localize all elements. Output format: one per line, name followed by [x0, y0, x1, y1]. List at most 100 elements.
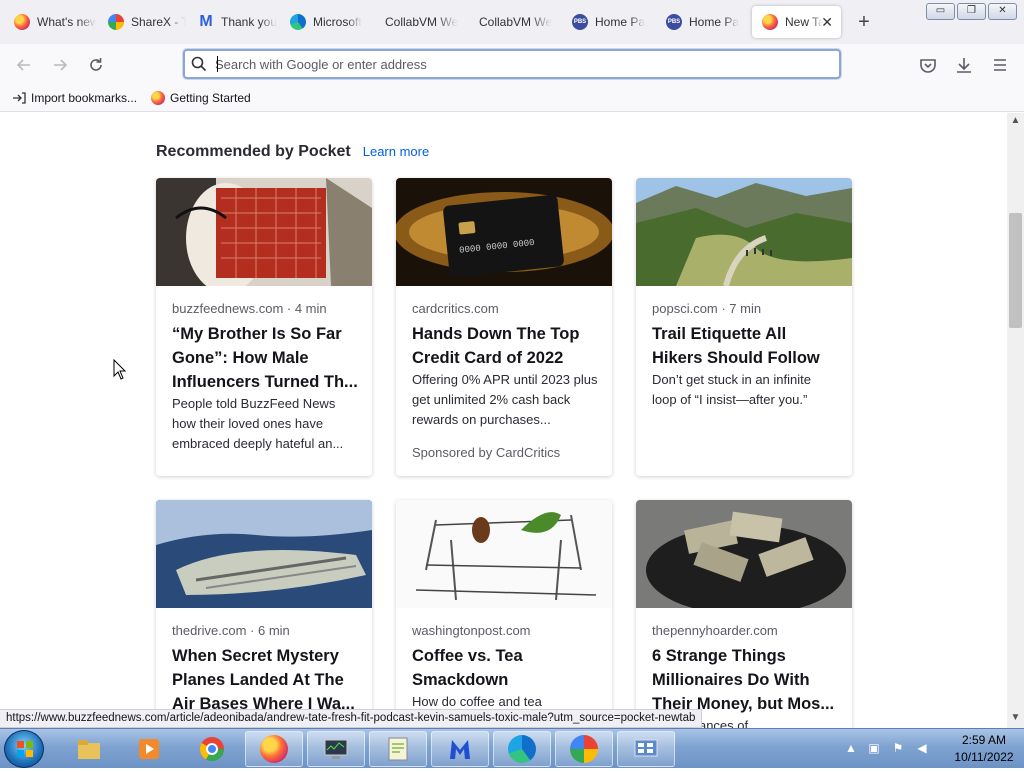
network-icon[interactable]: ▣: [867, 741, 881, 755]
tab-microsoft[interactable]: Microsoft: [280, 6, 370, 38]
taskbar-media-player[interactable]: [120, 731, 178, 767]
story-source: buzzfeednews.com · 4 min: [172, 301, 327, 316]
taskbar-firefox[interactable]: [245, 731, 303, 767]
story-title[interactable]: Trail Etiquette All Hikers Should Follow: [652, 322, 840, 370]
taskbar-task-manager[interactable]: [307, 731, 365, 767]
address-input[interactable]: [215, 53, 815, 75]
close-window-button[interactable]: ✕: [988, 3, 1017, 20]
taskbar-malwarebytes[interactable]: [431, 731, 489, 767]
reload-icon: [90, 58, 102, 71]
taskbar-sharex[interactable]: [555, 731, 613, 767]
menu-button[interactable]: [989, 54, 1011, 76]
sharex-icon: [570, 735, 598, 763]
system-tray: ▲ ▣ ⚑ ◀ 2:59 AM 10/11/2022: [842, 729, 1024, 769]
tab-new-tab[interactable]: New Tab ✕: [752, 6, 841, 38]
taskbar-chrome[interactable]: [183, 731, 241, 767]
action-center-flag-icon[interactable]: ⚑: [891, 741, 905, 755]
story-title[interactable]: Coffee vs. Tea Smackdown: [412, 644, 600, 692]
story-card[interactable]: thepennyhoarder.com 6 Strange Things Mil…: [636, 500, 852, 728]
taskbar-control-panel[interactable]: [617, 731, 675, 767]
start-button[interactable]: [4, 730, 44, 768]
tab-whats-new[interactable]: What's new: [4, 6, 96, 38]
search-icon: [191, 56, 207, 72]
firefox-icon: [151, 91, 165, 105]
pbs-icon: PBS: [666, 14, 682, 30]
bookmark-import[interactable]: Import bookmarks...: [12, 91, 137, 105]
tab-collabvm-2[interactable]: CollabVM We: [468, 6, 558, 38]
story-image: [636, 500, 852, 608]
clock-date[interactable]: 10/11/2022: [947, 750, 1021, 764]
pbs-icon: PBS: [572, 14, 588, 30]
text-caret: [217, 56, 218, 72]
story-title[interactable]: When Secret Mystery Planes Landed At The…: [172, 644, 360, 716]
bookmark-getting-started[interactable]: Getting Started: [151, 91, 251, 105]
reload-button[interactable]: [85, 54, 107, 76]
story-card[interactable]: washingtonpost.com Coffee vs. Tea Smackd…: [396, 500, 612, 728]
learn-more-link[interactable]: Learn more: [363, 144, 429, 159]
notepad-icon: [388, 737, 408, 761]
story-image: 0000 0000 0000: [396, 178, 612, 286]
back-button[interactable]: [13, 54, 35, 76]
tab-label: Microsoft: [313, 15, 362, 29]
tab-strip: What's new ShareX - T M Thank you Micros…: [0, 0, 1024, 44]
scroll-down-icon[interactable]: ▼: [1007, 712, 1024, 726]
story-card[interactable]: thedrive.com · 6 min When Secret Mystery…: [156, 500, 372, 728]
volume-icon[interactable]: ◀: [915, 741, 929, 755]
windows-logo-icon: [17, 741, 33, 757]
taskbar-notepad-plus[interactable]: [369, 731, 427, 767]
control-panel-icon: [634, 739, 658, 757]
folder-icon: [78, 740, 100, 759]
restore-button[interactable]: ❐: [957, 3, 986, 20]
monitor-icon: [324, 739, 348, 759]
show-hidden-icons-icon[interactable]: ▲: [844, 741, 858, 755]
download-icon: [957, 58, 971, 73]
tab-sharex[interactable]: ShareX - T: [98, 6, 186, 38]
edge-icon: [508, 735, 536, 763]
story-card[interactable]: popsci.com · 7 min Trail Etiquette All H…: [636, 178, 852, 476]
chrome-icon: [199, 737, 224, 762]
story-excerpt: People told BuzzFeed News how their love…: [172, 396, 344, 451]
story-source: thepennyhoarder.com: [652, 623, 778, 638]
scroll-up-icon[interactable]: ▲: [1007, 115, 1024, 129]
story-title[interactable]: 6 Strange Things Millionaires Do With Th…: [652, 644, 840, 716]
tab-home-page-2[interactable]: PBS Home Pa: [656, 6, 748, 38]
tab-label: CollabVM We: [479, 15, 553, 29]
tab-home-page-1[interactable]: PBS Home Pa: [562, 6, 654, 38]
import-icon: [13, 92, 26, 104]
address-bar[interactable]: [183, 49, 841, 79]
tab-label: What's new: [37, 15, 96, 29]
story-title[interactable]: Hands Down The Top Credit Card of 2022: [412, 322, 600, 370]
new-tab-button[interactable]: +: [854, 12, 874, 32]
forward-button[interactable]: [49, 54, 71, 76]
pocket-button[interactable]: [917, 54, 939, 76]
minimize-button[interactable]: ▭: [926, 3, 955, 20]
tab-thank-you[interactable]: M Thank you: [188, 6, 278, 38]
story-source: washingtonpost.com: [412, 623, 531, 638]
sharex-icon: [108, 14, 124, 30]
story-image: [156, 178, 372, 286]
story-card[interactable]: 0000 0000 0000 cardcritics.com Hands Dow…: [396, 178, 612, 476]
tab-label: New Tab: [785, 15, 823, 29]
navigation-toolbar: [0, 44, 1024, 86]
tab-label: ShareX - T: [131, 15, 186, 29]
taskbar-edge[interactable]: [493, 731, 551, 767]
story-source: cardcritics.com: [412, 301, 499, 316]
tab-label: Thank you: [221, 15, 278, 29]
story-card[interactable]: buzzfeednews.com · 4 min “My Brother Is …: [156, 178, 372, 476]
story-title[interactable]: “My Brother Is So Far Gone”: How Male In…: [172, 322, 360, 394]
firefox-icon: [14, 14, 30, 30]
sponsored-label: Sponsored by CardCritics: [412, 445, 561, 460]
scrollbar-thumb[interactable]: [1009, 213, 1022, 328]
clock-time[interactable]: 2:59 AM: [947, 733, 1021, 747]
page-scrollbar[interactable]: ▲ ▼: [1007, 113, 1024, 728]
edge-icon: [290, 14, 306, 30]
arrow-right-icon: [54, 59, 68, 71]
bookmark-label: Import bookmarks...: [31, 91, 138, 105]
downloads-button[interactable]: [953, 54, 975, 76]
tab-collabvm-1[interactable]: CollabVM We: [374, 6, 464, 38]
close-tab-icon[interactable]: ✕: [821, 14, 833, 30]
story-source: popsci.com · 7 min: [652, 301, 762, 316]
story-image: [396, 500, 612, 608]
taskbar-explorer[interactable]: [60, 731, 118, 767]
malwarebytes-icon: [450, 740, 470, 759]
